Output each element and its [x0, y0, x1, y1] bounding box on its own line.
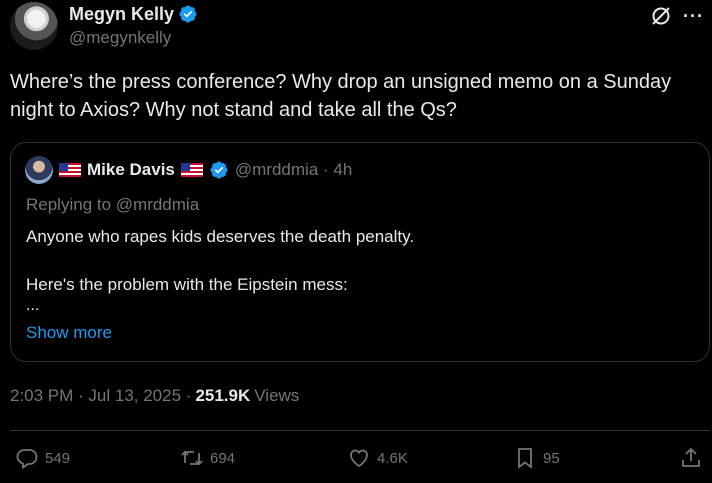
quote-author-name: Mike Davis: [87, 160, 175, 179]
quoted-tweet[interactable]: Mike Davis @mrddmia · 4h Replying to @mr…: [10, 142, 710, 362]
like-count: 4.6K: [377, 449, 408, 467]
action-bar: 549 694 4.6K 95: [15, 446, 705, 474]
quote-ellipsis: ...: [26, 297, 40, 314]
divider: [10, 430, 710, 431]
repost-icon: [181, 450, 203, 466]
timestamp[interactable]: 2:03 PM · Jul 13, 2025 ·: [10, 386, 191, 406]
reply-count: 549: [45, 449, 71, 467]
repost-button[interactable]: 694: [180, 446, 235, 470]
grok-icon[interactable]: [649, 4, 673, 28]
show-more-link[interactable]: Show more: [26, 323, 112, 343]
repost-count: 694: [210, 449, 236, 467]
quote-handle-time: @mrddmia · 4h: [234, 160, 353, 179]
verified-badge-icon: [210, 161, 228, 179]
quote-line: Anyone who rapes kids deserves the death…: [26, 227, 415, 246]
bookmark-icon: [518, 448, 532, 469]
us-flag-icon: [180, 163, 203, 177]
share-button[interactable]: [679, 446, 703, 470]
replying-to: Replying to @mrddmia: [26, 195, 200, 214]
top-icons: ···: [649, 4, 704, 28]
share-icon: [682, 447, 700, 467]
reply-button[interactable]: 549: [15, 446, 70, 470]
bookmark-count: 95: [543, 449, 560, 467]
reply-icon: [16, 449, 38, 470]
quote-header: Mike Davis @mrddmia · 4h: [25, 156, 353, 184]
quote-text: Anyone who rapes kids deserves the death…: [26, 225, 686, 321]
verified-badge-icon: [179, 5, 197, 23]
more-icon[interactable]: ···: [683, 6, 704, 27]
tweet-meta: 2:03 PM · Jul 13, 2025 · 251.9K Views: [10, 386, 299, 406]
tweet-header: Megyn Kelly @megynkelly: [69, 2, 198, 48]
author-name[interactable]: Megyn Kelly: [69, 4, 174, 25]
author-avatar[interactable]: [10, 2, 58, 50]
us-flag-icon: [59, 163, 81, 177]
views-count: 251.9K: [195, 386, 251, 405]
like-icon: [350, 449, 368, 468]
views-label: Views: [254, 386, 300, 405]
quote-avatar: [25, 156, 53, 184]
quote-line: Here's the problem with the Eipstein mes…: [26, 275, 348, 294]
author-handle[interactable]: @megynkelly: [69, 28, 198, 48]
bookmark-button[interactable]: 95: [513, 446, 560, 470]
tweet-text: Where’s the press conference? Why drop a…: [10, 71, 672, 121]
like-button[interactable]: 4.6K: [347, 446, 408, 470]
